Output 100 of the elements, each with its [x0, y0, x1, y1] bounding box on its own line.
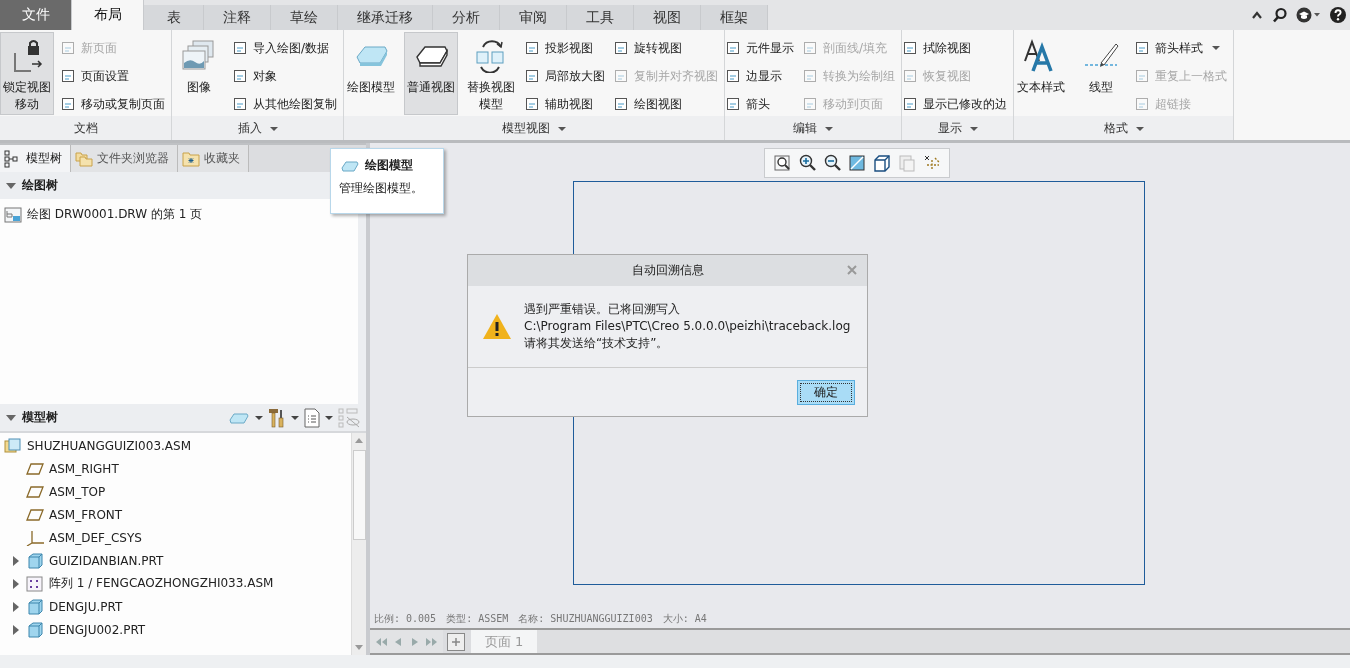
ribbon-tab[interactable]: 工具 — [567, 5, 634, 30]
ribbon-button[interactable]: 文本样式 — [1014, 32, 1068, 115]
tree-item[interactable]: 绘图 DRW0001.DRW 的第 1 页 — [4, 203, 354, 226]
zoom-fit-icon[interactable] — [773, 154, 791, 172]
ribbon-tab[interactable]: 布局 — [72, 0, 144, 30]
ribbon-button[interactable]: 箭头样式 — [1134, 37, 1229, 59]
document-icon — [725, 96, 741, 112]
document-icon — [613, 68, 629, 84]
navigator-tab[interactable]: 收藏夹 — [178, 145, 249, 172]
ribbon-button[interactable]: 替换视图模型 — [464, 32, 518, 115]
ribbon-button[interactable]: 拭除视图 — [902, 37, 1009, 59]
group-label[interactable]: 显示 — [902, 116, 1013, 140]
document-icon — [613, 40, 629, 56]
expand-triangle-icon[interactable] — [11, 578, 21, 589]
plane-icon — [26, 506, 44, 523]
ribbon-button[interactable]: 导入绘图/数据 — [232, 37, 339, 59]
message-text: C:\Program Files\PTC\Creo 5.0.0.0\peizhi\traceback.log — [524, 318, 851, 335]
sheet-info-text: 比例: 0.005 — [374, 612, 437, 626]
navigator-tab[interactable]: 文件夹浏览器 — [71, 145, 178, 172]
ribbon-tab[interactable]: 分析 — [433, 5, 500, 30]
ribbon-tab[interactable]: 注释 — [204, 5, 271, 30]
graduation-cap-icon[interactable] — [1296, 6, 1322, 23]
ribbon-button[interactable]: 移动或复制页面 — [60, 93, 167, 115]
ribbon-button[interactable]: 元件显示 — [725, 37, 796, 59]
ribbon-button[interactable]: 普通视图 — [404, 32, 458, 115]
sheet-info-text: 名称: SHUZHUANGGUIZI003 — [518, 612, 653, 626]
document-icon — [725, 68, 741, 84]
caret-icon[interactable] — [255, 414, 263, 421]
cube-icon[interactable] — [873, 154, 891, 172]
ribbon-button[interactable]: 边显示 — [725, 65, 796, 87]
expand-triangle-icon[interactable] — [11, 624, 21, 635]
ribbon-tab[interactable]: 继承迁移 — [338, 5, 433, 30]
ribbon-button[interactable]: 线型 — [1074, 32, 1128, 115]
scrollbar-thumb[interactable] — [352, 450, 366, 540]
tree-item[interactable]: ASM_FRONT — [4, 503, 347, 526]
add-page-icon[interactable] — [447, 632, 465, 651]
ribbon-button[interactable]: 箭头 — [725, 93, 796, 115]
ribbon-button[interactable]: 绘图视图 — [613, 93, 720, 115]
scroll-down-icon — [354, 644, 364, 652]
caret-icon — [1135, 126, 1144, 132]
navigator-tab[interactable]: 模型树 — [0, 145, 71, 172]
ribbon-button[interactable]: 绘图模型 — [344, 32, 398, 115]
group-label[interactable]: 格式 — [1014, 116, 1233, 140]
ribbon-tab[interactable]: 表 — [144, 5, 204, 30]
tree-item[interactable]: ASM_TOP — [4, 480, 347, 503]
document-icon — [802, 96, 818, 112]
tree-item[interactable]: SHUZHUANGGUIZI003.ASM — [4, 434, 347, 457]
part-icon — [26, 552, 44, 569]
ribbon-button[interactable]: 旋转视图 — [613, 37, 720, 59]
folders-icon — [75, 149, 93, 168]
ribbon-button[interactable]: 投影视图 — [524, 37, 607, 59]
search-icon[interactable] — [1272, 6, 1288, 23]
group-label[interactable]: 模型视图 — [344, 116, 724, 140]
collapse-triangle-icon[interactable] — [6, 180, 16, 191]
ribbon-button[interactable]: 辅助视图 — [524, 93, 607, 115]
tree-item[interactable]: 阵列 1 / FENGCAOZHONGZHI033.ASM — [4, 572, 347, 595]
ribbon-button[interactable]: 对象 — [232, 65, 339, 87]
tree-item[interactable]: DENGJU.PRT — [4, 595, 347, 618]
sheet-icon — [4, 206, 22, 223]
part-icon — [26, 621, 44, 638]
datum-display-icon[interactable] — [923, 154, 941, 172]
ribbon-button[interactable]: 局部放大图 — [524, 65, 607, 87]
ribbon-tab[interactable]: 视图 — [634, 5, 701, 30]
document-icon — [232, 96, 248, 112]
collapse-triangle-icon[interactable] — [6, 412, 16, 423]
ribbon-button[interactable]: 从其他绘图复制 — [232, 93, 339, 115]
ribbon-tab[interactable]: 草绘 — [271, 5, 338, 30]
caret-icon — [1212, 45, 1220, 51]
ribbon-tab[interactable]: 审阅 — [500, 5, 567, 30]
ribbon-tab[interactable]: 框架 — [701, 5, 768, 30]
repaint-icon[interactable] — [848, 154, 866, 172]
zoom-out-icon[interactable] — [823, 154, 841, 172]
ribbon-button[interactable]: 图像 — [172, 32, 226, 115]
sheet-info-text: 大小: A4 — [662, 612, 707, 626]
message-text: 请将其发送给“技术支持”。 — [524, 335, 670, 352]
caret-icon[interactable] — [325, 414, 333, 421]
caret-icon — [269, 126, 278, 132]
plane-icon — [26, 483, 44, 500]
group-label[interactable]: 编辑 — [725, 116, 901, 140]
group-label: 文档 — [0, 116, 171, 140]
scrollbar[interactable] — [351, 433, 366, 655]
warning-icon — [482, 313, 512, 340]
group-label[interactable]: 插入 — [172, 116, 343, 140]
tree-item[interactable]: ASM_DEF_CSYS — [4, 526, 347, 549]
expand-triangle-icon[interactable] — [11, 555, 21, 566]
file-menu-tab[interactable]: 文件 — [0, 0, 72, 30]
list-icon[interactable] — [304, 407, 320, 428]
caret-icon[interactable] — [291, 414, 299, 421]
tree-item[interactable]: GUIZIDANBIAN.PRT — [4, 549, 347, 572]
ribbon-button[interactable]: 显示已修改的边 — [902, 93, 1009, 115]
tree-item[interactable]: ASM_RIGHT — [4, 457, 347, 480]
ribbon-button[interactable]: 页面设置 — [60, 65, 167, 87]
help-icon[interactable] — [1330, 6, 1346, 23]
tree-item[interactable]: DENGJU002.PRT — [4, 618, 347, 641]
tools-icon[interactable] — [268, 407, 286, 428]
section-title: 模型树 — [22, 409, 58, 426]
zoom-in-icon[interactable] — [798, 154, 816, 172]
ok-button[interactable]: 确定 — [797, 379, 855, 405]
ribbon-button[interactable]: 锁定视图移动 — [0, 32, 54, 115]
expand-triangle-icon[interactable] — [11, 601, 21, 612]
